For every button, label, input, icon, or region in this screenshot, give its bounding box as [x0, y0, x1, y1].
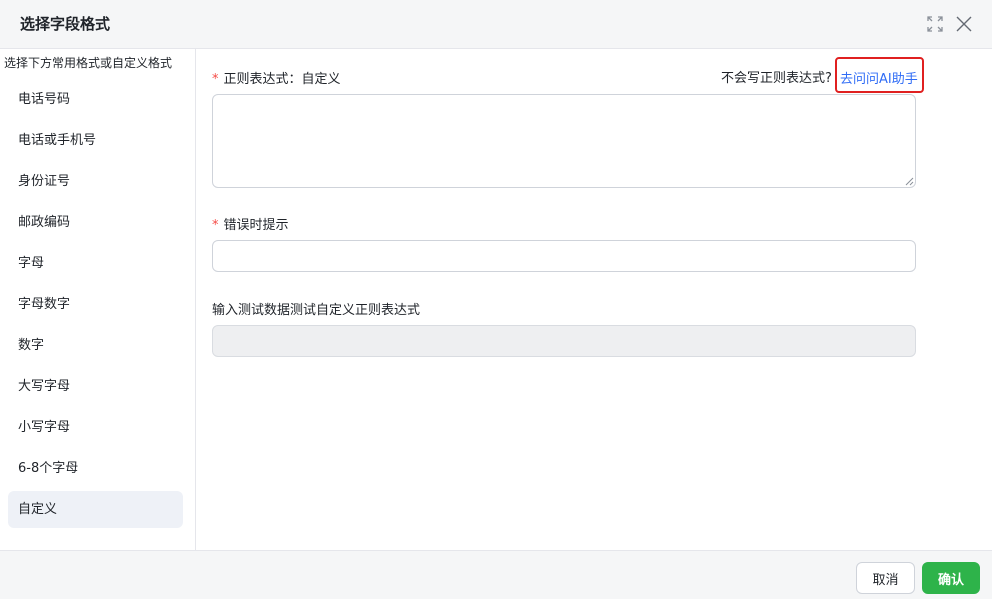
error-label: * 错误时提示: [212, 214, 289, 233]
regex-label: * 正则表达式：自定义: [212, 68, 341, 87]
required-mark: *: [212, 72, 219, 87]
close-icon[interactable]: [954, 14, 974, 34]
ai-help-prompt: 不会写正则表达式?: [721, 71, 832, 86]
resize-grip-icon[interactable]: [905, 177, 914, 186]
dialog-title: 选择字段格式: [20, 15, 111, 33]
sidebar-item[interactable]: 自定义: [8, 491, 183, 528]
sidebar-item[interactable]: 数字: [8, 327, 183, 364]
ai-link-highlight: 去问问AI助手: [835, 57, 924, 93]
test-data-input[interactable]: [212, 325, 916, 357]
sidebar-item[interactable]: 6-8个字母: [8, 450, 183, 487]
sidebar-item[interactable]: 电话号码: [8, 81, 183, 118]
sidebar-item[interactable]: 身份证号: [8, 163, 183, 200]
sidebar-item[interactable]: 电话或手机号: [8, 122, 183, 159]
expand-icon[interactable]: [925, 14, 945, 34]
sidebar-item[interactable]: 字母: [8, 245, 183, 282]
sidebar-item[interactable]: 大写字母: [8, 368, 183, 405]
dialog-header: 选择字段格式: [0, 0, 992, 49]
error-message-input[interactable]: [212, 240, 916, 272]
test-label: 输入测试数据测试自定义正则表达式: [212, 303, 421, 318]
dialog-footer: 取消 确认: [0, 550, 992, 599]
sidebar-item[interactable]: 邮政编码: [8, 204, 183, 241]
error-label-text: 错误时提示: [223, 218, 289, 233]
sidebar-hint: 选择下方常用格式或自定义格式: [4, 56, 173, 70]
regex-input[interactable]: [212, 94, 916, 188]
confirm-button[interactable]: 确认: [922, 562, 980, 594]
required-mark: *: [212, 218, 219, 233]
format-sidebar: 选择下方常用格式或自定义格式 电话号码电话或手机号 身份证号邮政编码字母字母数字数…: [0, 49, 196, 550]
regex-label-text: 正则表达式：自定义: [223, 72, 341, 87]
cancel-button[interactable]: 取消: [856, 562, 915, 594]
sidebar-item[interactable]: 小写字母: [8, 409, 183, 446]
sidebar-item[interactable]: 字母数字: [8, 286, 183, 323]
ask-ai-assistant-link[interactable]: 去问问AI助手: [840, 68, 918, 87]
